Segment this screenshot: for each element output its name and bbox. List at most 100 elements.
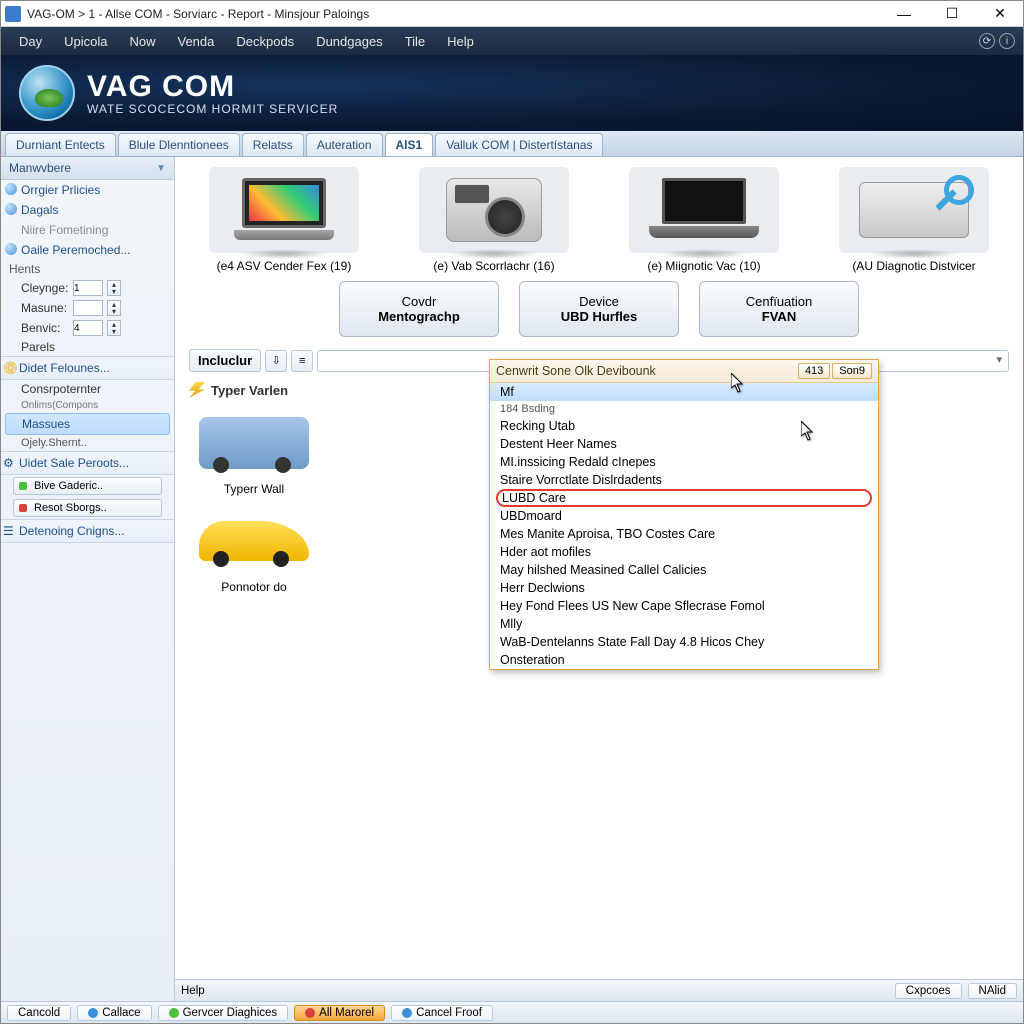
menu-dundgages[interactable]: Dundgages bbox=[306, 30, 393, 53]
popup-item[interactable]: May hilshed Measined Callel Calicies bbox=[490, 561, 878, 579]
popup-item[interactable]: Onsteration bbox=[490, 651, 878, 669]
sidebar-ojely[interactable]: Ojely.Shernt.. bbox=[1, 435, 174, 451]
popup-item[interactable]: 184 Bsding bbox=[490, 401, 878, 417]
tab-relatss[interactable]: Relatss bbox=[242, 133, 304, 156]
status-cancelfroof[interactable]: Cancel Froof bbox=[391, 1005, 493, 1021]
menu-deckpods[interactable]: Deckpods bbox=[226, 30, 304, 53]
menu-help[interactable]: Help bbox=[437, 30, 484, 53]
router-icon bbox=[859, 182, 969, 238]
car-item-1[interactable]: Typerr Wall bbox=[189, 408, 319, 496]
device-card-4[interactable]: (AU Diagnotic Distvicer bbox=[824, 167, 1004, 273]
popup-item[interactable]: Hder aot mofiles bbox=[490, 543, 878, 561]
popup-item[interactable]: Staire Vorrctlate Dislrdadents bbox=[490, 471, 878, 489]
maximize-button[interactable]: ☐ bbox=[937, 4, 967, 24]
sidebar-header[interactable]: Manwvbere ▼ bbox=[1, 157, 174, 180]
status-nalid[interactable]: NAlid bbox=[968, 983, 1017, 999]
hents-parels: Parels bbox=[1, 338, 174, 356]
car-item-2[interactable]: Ponnotor do bbox=[189, 506, 319, 594]
popup-hdr-btn1[interactable]: 413 bbox=[798, 363, 830, 379]
spinner-icon[interactable]: ▴▾ bbox=[107, 320, 121, 336]
bigbutton-device[interactable]: DeviceUBD Hurfles bbox=[519, 281, 679, 337]
popup-item[interactable]: MI.inssicing Redald cInepes bbox=[490, 453, 878, 471]
menu-upicola[interactable]: Upicola bbox=[54, 30, 117, 53]
device-card-1[interactable]: (e4 ASV Cender Fex (19) bbox=[194, 167, 374, 273]
car-label: Ponnotor do bbox=[189, 580, 319, 594]
minimize-button[interactable]: ― bbox=[889, 4, 919, 24]
red-dot-icon bbox=[305, 1008, 315, 1018]
status-callace[interactable]: Callace bbox=[77, 1005, 151, 1021]
popup-item[interactable]: Mlly bbox=[490, 615, 878, 633]
popup-item[interactable]: WaB-Dentelanns State Fall Day 4.8 Hicos … bbox=[490, 633, 878, 651]
bolt-icon bbox=[189, 382, 205, 398]
brand-name: VAG COM bbox=[87, 70, 338, 103]
red-dot-icon bbox=[19, 504, 27, 512]
status-cxpcoes[interactable]: Cxpcoes bbox=[895, 983, 962, 999]
spinner-icon[interactable]: ▴▾ bbox=[107, 300, 121, 316]
bigbutton-cenfiuation[interactable]: CenfïuationFVAN bbox=[699, 281, 859, 337]
close-button[interactable]: ✕ bbox=[985, 4, 1015, 24]
btn-resot-sborgs[interactable]: Resot Sborgs.. bbox=[13, 499, 162, 517]
sidebar-section-uidet[interactable]: ⚙Uidet Sale Peroots... bbox=[1, 451, 174, 475]
cleynge-input[interactable] bbox=[73, 280, 103, 296]
popup-item[interactable]: Herr Declwions bbox=[490, 579, 878, 597]
menu-tile[interactable]: Tile bbox=[395, 30, 435, 53]
bullet-icon bbox=[5, 243, 17, 255]
sidebar-section-detenoing[interactable]: ☰Detenoing Cnigns... bbox=[1, 519, 174, 543]
sidebar: Manwvbere ▼ Orrgier Prlicies Dagals Niir… bbox=[1, 157, 175, 1001]
toolbar-btn-2[interactable]: ≡ bbox=[291, 350, 313, 372]
toolbar-btn-1[interactable]: ⇩ bbox=[265, 350, 287, 372]
menu-day[interactable]: Day bbox=[9, 30, 52, 53]
blue-dot-icon bbox=[88, 1008, 98, 1018]
tab-als1[interactable]: AlS1 bbox=[385, 133, 434, 156]
logo-icon bbox=[19, 65, 75, 121]
tab-valluk[interactable]: Valluk COM | Distertístanas bbox=[435, 133, 603, 156]
sidebar-onlims: Onlims(Compons bbox=[1, 398, 174, 413]
popup-item[interactable]: Hey Fond Flees US New Cape Sflecrase Fom… bbox=[490, 597, 878, 615]
tab-auteration[interactable]: Auteration bbox=[306, 133, 383, 156]
sync-icon[interactable]: ⟳ bbox=[979, 33, 995, 49]
sidebar-item-niire[interactable]: Niire Fometining bbox=[1, 220, 174, 240]
popup-item[interactable]: Destent Heer Names bbox=[490, 435, 878, 453]
bigbutton-covdr[interactable]: CovdrMentograchp bbox=[339, 281, 499, 337]
status-cancold[interactable]: Cancold bbox=[7, 1005, 71, 1021]
blue-dot-icon bbox=[402, 1008, 412, 1018]
laptop-icon bbox=[234, 178, 334, 242]
bullet-icon bbox=[5, 183, 17, 195]
green-dot-icon bbox=[19, 482, 27, 490]
popup-hdr-btn2[interactable]: Son9 bbox=[832, 363, 872, 379]
car-label: Typerr Wall bbox=[189, 482, 319, 496]
popup-header: Cenwrit Sone Olk Devibounk bbox=[496, 364, 798, 378]
popup-item[interactable]: Mf bbox=[490, 383, 878, 401]
sidebar-item-oaile[interactable]: Oaile Peremoched... bbox=[1, 240, 174, 260]
chevron-down-icon: ▼ bbox=[156, 163, 166, 174]
menubar: Day Upicola Now Venda Deckpods Dundgages… bbox=[1, 27, 1023, 55]
popup-item[interactable]: LUBD Care bbox=[496, 489, 872, 507]
benvic-input[interactable] bbox=[73, 320, 103, 336]
laptop-icon bbox=[649, 178, 759, 242]
status-gervcer[interactable]: Gervcer Diaghices bbox=[158, 1005, 289, 1021]
sidebar-item-orrgier[interactable]: Orrgier Prlicies bbox=[1, 180, 174, 200]
menu-venda[interactable]: Venda bbox=[168, 30, 225, 53]
status-help[interactable]: Help bbox=[181, 985, 205, 997]
sidebar-section-didet[interactable]: 📀Didet Felounes... bbox=[1, 356, 174, 380]
tab-blule[interactable]: Blule Dlenntionees bbox=[118, 133, 240, 156]
popup-item[interactable]: UBDmoard bbox=[490, 507, 878, 525]
device-card-3[interactable]: (e) Miignotic Vac (10) bbox=[614, 167, 794, 273]
btn-bive-gaderic[interactable]: Bive Gaderic.. bbox=[13, 477, 162, 495]
sidebar-item-massues[interactable]: Massues bbox=[5, 413, 170, 435]
spinner-icon[interactable]: ▴▾ bbox=[107, 280, 121, 296]
app-icon bbox=[5, 6, 21, 22]
device-card-2[interactable]: (e) Vab Scorrlachr (16) bbox=[404, 167, 584, 273]
gear-icon: ⚙ bbox=[3, 456, 15, 468]
tab-durniant[interactable]: Durniant Entects bbox=[5, 133, 116, 156]
sidebar-item-dagals[interactable]: Dagals bbox=[1, 200, 174, 220]
menu-now[interactable]: Now bbox=[119, 30, 165, 53]
folder-icon: 📀 bbox=[3, 361, 15, 373]
popup-item[interactable]: Recking Utab bbox=[490, 417, 878, 435]
dropdown-popup[interactable]: Cenwrit Sone Olk Devibounk 413 Son9 Mf18… bbox=[489, 359, 879, 670]
brand-subtitle: WATE SCOCECOM HORMIT SERVICER bbox=[87, 103, 338, 116]
info-icon[interactable]: i bbox=[999, 33, 1015, 49]
popup-item[interactable]: Mes Manite Aproisa, TBO Costes Care bbox=[490, 525, 878, 543]
masune-input[interactable] bbox=[73, 300, 103, 316]
status-allmorel[interactable]: All Marorel bbox=[294, 1005, 385, 1021]
